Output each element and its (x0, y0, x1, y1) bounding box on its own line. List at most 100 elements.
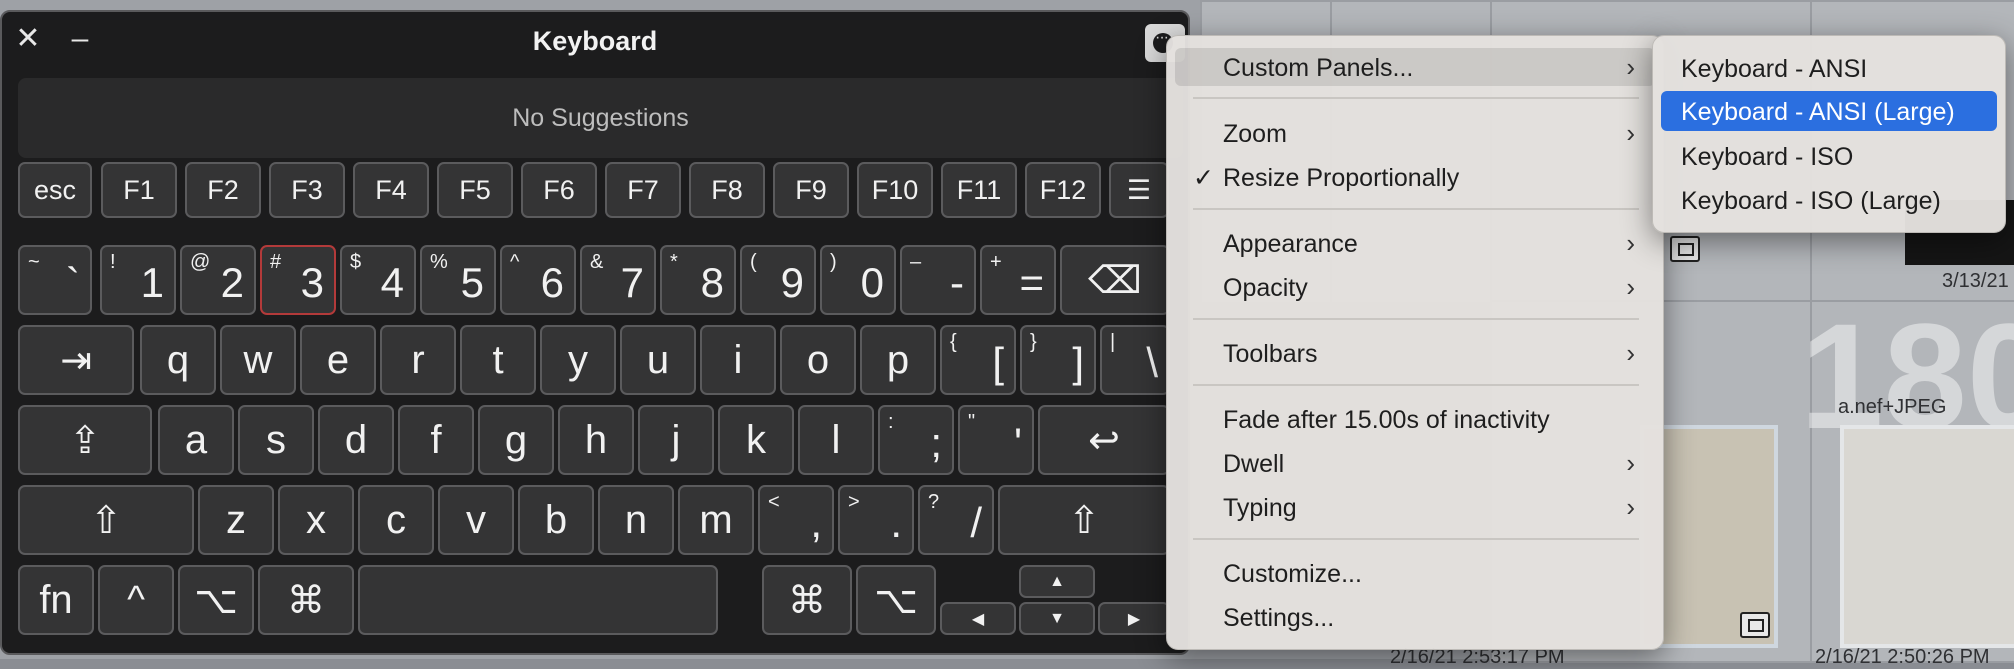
menu-item-typing[interactable]: Typing › (1175, 488, 1655, 526)
key-right-option[interactable]: ⌥ (856, 565, 936, 635)
menu-item-opacity[interactable]: Opacity › (1175, 268, 1655, 306)
key-esc[interactable]: esc (18, 162, 92, 218)
key-6[interactable]: ^ 6 (500, 245, 576, 315)
key-f2[interactable]: F2 (185, 162, 261, 218)
key-z[interactable]: z (198, 485, 274, 555)
key-backslash[interactable]: | \ (1100, 325, 1170, 395)
key-y[interactable]: y (540, 325, 616, 395)
thumbnail-image[interactable] (1840, 425, 2014, 648)
key-right-command[interactable]: ⌘ (762, 565, 852, 635)
key-f7[interactable]: F7 (605, 162, 681, 218)
menu-item-appearance[interactable]: Appearance › (1175, 224, 1655, 262)
key-arrow-left[interactable]: ◀ (940, 602, 1016, 635)
key-k[interactable]: k (718, 405, 794, 475)
key-return[interactable]: ↩ (1038, 405, 1170, 475)
key-comma[interactable]: <, (758, 485, 834, 555)
key-g[interactable]: g (478, 405, 554, 475)
key-left-bracket[interactable]: {[ (940, 325, 1016, 395)
key-f6[interactable]: F6 (521, 162, 597, 218)
menu-item-customize[interactable]: Customize... (1175, 554, 1655, 592)
key-p[interactable]: p (860, 325, 936, 395)
submenu-item-ansi[interactable]: Keyboard - ANSI (1661, 48, 1997, 88)
key-arrow-down[interactable]: ▼ (1019, 602, 1095, 635)
key-o[interactable]: o (780, 325, 856, 395)
key-equals[interactable]: + = (980, 245, 1056, 315)
key-f12[interactable]: F12 (1025, 162, 1101, 218)
key-d[interactable]: d (318, 405, 394, 475)
key-x[interactable]: x (278, 485, 354, 555)
key-0[interactable]: ) 0 (820, 245, 896, 315)
key-delete[interactable]: ⌫ (1060, 245, 1170, 315)
key-minus[interactable]: – - (900, 245, 976, 315)
key-h[interactable]: h (558, 405, 634, 475)
submenu-item-iso-large[interactable]: Keyboard - ISO (Large) (1661, 180, 1997, 220)
key-f8[interactable]: F8 (689, 162, 765, 218)
key-5[interactable]: % 5 (420, 245, 496, 315)
menu-item-settings[interactable]: Settings... (1175, 598, 1655, 636)
thumbnail-date: 2/16/21 2:50:26 PM (1815, 646, 1990, 668)
key-b[interactable]: b (518, 485, 594, 555)
chevron-right-icon: › (1626, 448, 1635, 478)
menu-item-resize-proportionally[interactable]: ✓ Resize Proportionally (1175, 158, 1655, 196)
key-s[interactable]: s (238, 405, 314, 475)
key-f3[interactable]: F3 (269, 162, 345, 218)
key-v[interactable]: v (438, 485, 514, 555)
key-f1[interactable]: F1 (101, 162, 177, 218)
key-8[interactable]: * 8 (660, 245, 736, 315)
key-w[interactable]: w (220, 325, 296, 395)
key-backtick[interactable]: ~ ` (18, 245, 92, 315)
menu-item-toolbars[interactable]: Toolbars › (1175, 334, 1655, 372)
key-fn[interactable]: fn (18, 565, 94, 635)
key-t[interactable]: t (460, 325, 536, 395)
stack-badge-icon[interactable] (1670, 236, 1700, 262)
key-f11[interactable]: F11 (941, 162, 1017, 218)
key-left-shift[interactable]: ⇧ (18, 485, 194, 555)
title-bar[interactable]: ✕ – Keyboard (2, 12, 1188, 64)
key-f4[interactable]: F4 (353, 162, 429, 218)
key-quote[interactable]: " ' (958, 405, 1034, 475)
key-r[interactable]: r (380, 325, 456, 395)
menu-item-fade[interactable]: Fade after 15.00s of inactivity (1175, 400, 1655, 438)
key-left-command[interactable]: ⌘ (258, 565, 354, 635)
submenu-item-iso[interactable]: Keyboard - ISO (1661, 136, 1997, 176)
key-f9[interactable]: F9 (773, 162, 849, 218)
key-u[interactable]: u (620, 325, 696, 395)
key-menu[interactable]: ☰ (1109, 162, 1169, 218)
key-control[interactable]: ^ (98, 565, 174, 635)
key-e[interactable]: e (300, 325, 376, 395)
key-l[interactable]: l (798, 405, 874, 475)
key-3[interactable]: #3 (260, 245, 336, 315)
key-1[interactable]: ! 1 (100, 245, 176, 315)
menu-item-dwell[interactable]: Dwell › (1175, 444, 1655, 482)
key-n[interactable]: n (598, 485, 674, 555)
key-j[interactable]: j (638, 405, 714, 475)
key-2[interactable]: @2 (180, 245, 256, 315)
key-c[interactable]: c (358, 485, 434, 555)
key-m[interactable]: m (678, 485, 754, 555)
key-7[interactable]: & 7 (580, 245, 656, 315)
menu-item-custom-panels[interactable]: Custom Panels... › (1175, 48, 1655, 86)
key-f5[interactable]: F5 (437, 162, 513, 218)
key-period[interactable]: >. (838, 485, 914, 555)
key-f10[interactable]: F10 (857, 162, 933, 218)
key-a[interactable]: a (158, 405, 234, 475)
submenu-item-ansi-large[interactable]: Keyboard - ANSI (Large) (1661, 91, 1997, 131)
key-slash[interactable]: ? / (918, 485, 994, 555)
key-tab[interactable]: ⇥ (18, 325, 134, 395)
key-i[interactable]: i (700, 325, 776, 395)
key-space[interactable] (358, 565, 718, 635)
stack-badge-icon[interactable] (1740, 612, 1770, 638)
key-right-bracket[interactable]: }] (1020, 325, 1096, 395)
key-f[interactable]: f (398, 405, 474, 475)
chevron-right-icon: › (1626, 52, 1635, 82)
key-9[interactable]: (9 (740, 245, 816, 315)
key-right-shift[interactable]: ⇧ (998, 485, 1170, 555)
key-semicolon[interactable]: :; (878, 405, 954, 475)
key-q[interactable]: q (140, 325, 216, 395)
key-arrow-right[interactable]: ▶ (1098, 602, 1170, 635)
key-caps-lock[interactable]: ⇪ (18, 405, 152, 475)
key-left-option[interactable]: ⌥ (178, 565, 254, 635)
key-arrow-up[interactable]: ▲ (1019, 565, 1095, 598)
key-4[interactable]: $4 (340, 245, 416, 315)
menu-item-zoom[interactable]: Zoom › (1175, 114, 1655, 152)
